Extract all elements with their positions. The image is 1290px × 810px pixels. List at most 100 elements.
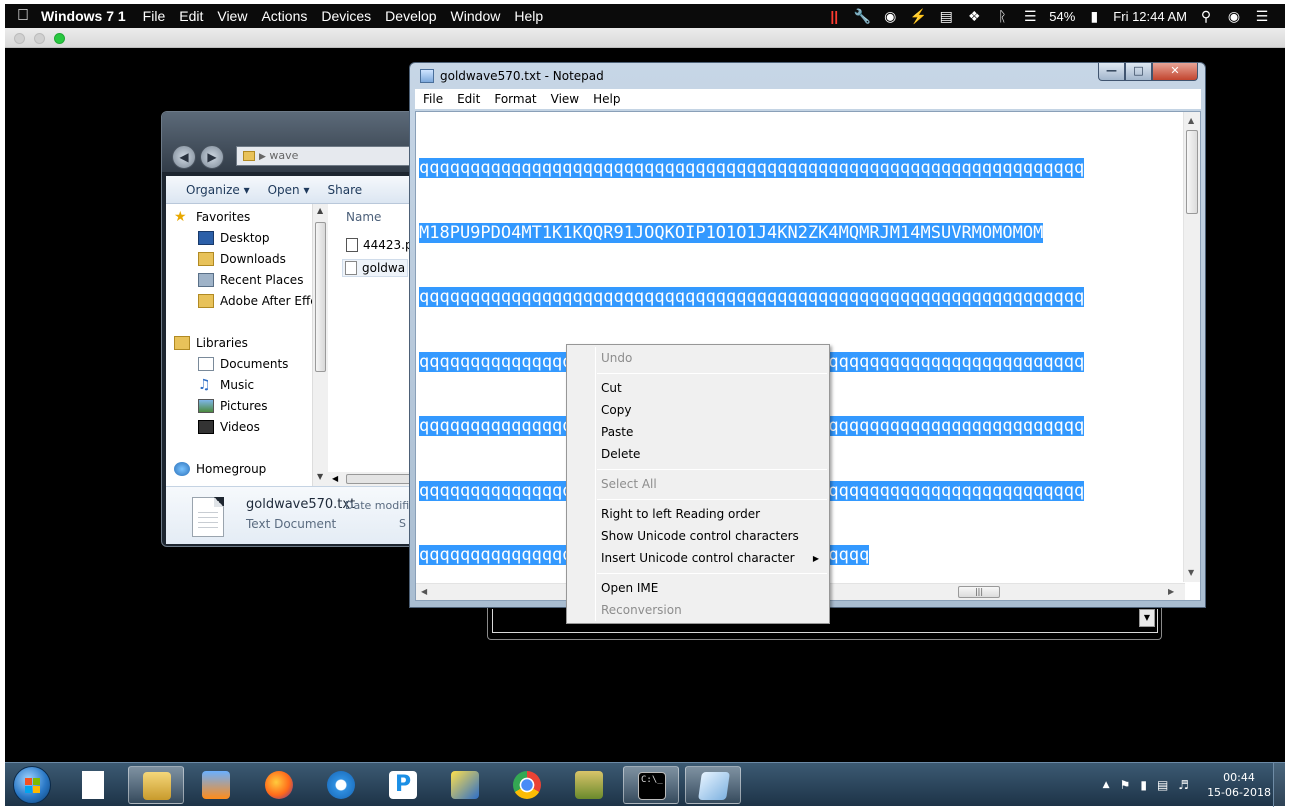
wrench-icon[interactable]: 🔧 — [853, 8, 871, 25]
taskbar-goldwave[interactable] — [561, 766, 617, 804]
taskbar-explorer[interactable] — [128, 766, 184, 804]
menu-item-insert-unicode[interactable]: Insert Unicode control character — [601, 548, 795, 568]
menu-file[interactable]: File — [423, 92, 443, 106]
taskbar-network-tool[interactable] — [437, 766, 493, 804]
menu-item-paste[interactable]: Paste — [601, 422, 633, 442]
keyboard-icon[interactable]: ▤ — [937, 8, 955, 25]
nav-libraries[interactable]: Libraries — [174, 332, 248, 353]
nav-videos[interactable]: Videos — [198, 416, 260, 437]
show-desktop-button[interactable] — [1273, 763, 1285, 807]
scroll-left-arrow-icon[interactable]: ◀ — [421, 587, 427, 596]
nav-recent-places[interactable]: Recent Places — [198, 269, 303, 290]
nav-adobe-after-effects[interactable]: Adobe After Effe — [198, 290, 318, 311]
puzzle-icon[interactable]: ❖ — [965, 8, 983, 25]
scrollbar-thumb[interactable] — [1186, 130, 1198, 214]
mac-app-name[interactable]: Windows 7 1 — [41, 8, 126, 24]
mac-menu-window[interactable]: Window — [451, 8, 501, 24]
nav-pane-scrollbar[interactable]: ▲ ▼ — [312, 204, 328, 486]
volume-icon[interactable]: ♬ — [1178, 778, 1189, 792]
forward-arrow-icon[interactable]: ▶ — [200, 145, 224, 169]
nav-music[interactable]: ♫ Music — [198, 374, 254, 395]
menu-item-select-all[interactable]: Select All — [601, 474, 657, 494]
pause-recording-icon[interactable]: || — [825, 8, 843, 24]
start-button[interactable] — [13, 766, 51, 804]
minimize-window-button[interactable] — [34, 33, 45, 44]
menu-item-undo[interactable]: Undo — [601, 348, 632, 368]
show-hidden-icons-icon[interactable]: ▲ — [1103, 780, 1110, 790]
nav-homegroup[interactable]: Homegroup — [174, 458, 266, 479]
mac-menu-actions[interactable]: Actions — [261, 8, 307, 24]
organize-button[interactable]: Organize ▾ — [186, 183, 250, 197]
chevron-down-icon[interactable]: ▼ — [1139, 609, 1155, 627]
scrollbar-thumb[interactable]: ||| — [958, 586, 1000, 598]
scroll-down-arrow-icon[interactable]: ▼ — [1188, 568, 1194, 577]
apple-icon[interactable]:  — [5, 7, 41, 25]
nav-pictures-label: Pictures — [220, 398, 268, 413]
location-icon[interactable]: ◉ — [881, 8, 899, 25]
mac-menu-file[interactable]: File — [143, 8, 166, 24]
menu-item-delete[interactable]: Delete — [601, 444, 640, 464]
share-button[interactable]: Share — [328, 183, 363, 197]
spotlight-search-icon[interactable]: ⚲ — [1197, 8, 1215, 25]
mac-menu-develop[interactable]: Develop — [385, 8, 436, 24]
close-button[interactable]: ✕ — [1152, 63, 1198, 81]
power-icon[interactable]: ▮ — [1140, 778, 1147, 792]
close-window-button[interactable] — [14, 33, 25, 44]
nav-desktop[interactable]: Desktop — [198, 227, 270, 248]
menu-item-show-unicode[interactable]: Show Unicode control characters — [601, 526, 799, 546]
nav-documents[interactable]: Documents — [198, 353, 288, 374]
menu-help[interactable]: Help — [593, 92, 620, 106]
nav-pictures[interactable]: Pictures — [198, 395, 268, 416]
scroll-right-arrow-icon[interactable]: ▶ — [1168, 587, 1174, 596]
bluetooth-icon[interactable]: ᚱ — [993, 8, 1011, 24]
menu-item-open-ime[interactable]: Open IME — [601, 578, 658, 598]
scroll-up-arrow-icon[interactable]: ▲ — [317, 206, 323, 215]
scrollbar-thumb[interactable] — [346, 474, 418, 484]
name-column-header[interactable]: Name — [346, 210, 381, 224]
nav-favorites[interactable]: ★ Favorites — [174, 206, 250, 227]
taskbar-notepad[interactable] — [685, 766, 741, 804]
back-arrow-icon[interactable]: ◀ — [172, 145, 196, 169]
menu-format[interactable]: Format — [494, 92, 536, 106]
taskbar-notepad-file[interactable] — [65, 766, 121, 804]
nav-downloads[interactable]: Downloads — [198, 248, 286, 269]
network-icon[interactable]: ▤ — [1157, 778, 1168, 792]
taskbar-chrome[interactable] — [499, 766, 555, 804]
vertical-scrollbar[interactable]: ▲ ▼ — [1183, 112, 1200, 582]
wifi-icon[interactable]: ☰ — [1021, 8, 1039, 25]
minimize-button[interactable]: — — [1098, 63, 1125, 81]
action-center-flag-icon[interactable]: ⚑ — [1120, 778, 1131, 792]
mac-menu-help[interactable]: Help — [514, 8, 543, 24]
battery-icon[interactable]: ▮ — [1085, 8, 1103, 25]
taskbar-clock[interactable]: 00:44 15-06-2018 — [1207, 770, 1271, 800]
menu-view[interactable]: View — [551, 92, 579, 106]
taskbar-firefox[interactable] — [251, 766, 307, 804]
mac-menu-view[interactable]: View — [217, 8, 247, 24]
taskbar-media-player[interactable] — [188, 766, 244, 804]
taskbar-command-prompt[interactable]: C:\_ — [623, 766, 679, 804]
open-button[interactable]: Open ▾ — [268, 183, 310, 197]
maximize-button[interactable]: □ — [1125, 63, 1152, 81]
mac-clock[interactable]: Fri 12:44 AM — [1113, 9, 1187, 24]
mac-menu-devices[interactable]: Devices — [321, 8, 371, 24]
scroll-left-arrow-icon[interactable]: ◀ — [332, 474, 338, 483]
scroll-up-arrow-icon[interactable]: ▲ — [1188, 116, 1194, 125]
scrollbar-thumb[interactable] — [315, 222, 326, 372]
menu-item-cut[interactable]: Cut — [601, 378, 622, 398]
menu-item-copy[interactable]: Copy — [601, 400, 631, 420]
file-list-hscrollbar[interactable]: ◀ — [328, 472, 420, 486]
scroll-down-arrow-icon[interactable]: ▼ — [317, 472, 323, 481]
taskbar-app-blue-circle[interactable] — [313, 766, 369, 804]
taskbar-app-p[interactable]: P — [375, 766, 431, 804]
list-item[interactable]: goldwa — [342, 259, 409, 277]
menu-item-rtl-reading-order[interactable]: Right to left Reading order — [601, 504, 760, 524]
notification-list-icon[interactable]: ☰ — [1253, 8, 1271, 25]
menu-edit[interactable]: Edit — [457, 92, 480, 106]
bolt-icon[interactable]: ⚡ — [909, 8, 927, 25]
menu-item-reconversion[interactable]: Reconversion — [601, 600, 682, 620]
address-bar[interactable]: ▶ wave — [236, 146, 420, 166]
zoom-window-button[interactable] — [54, 33, 65, 44]
siri-icon[interactable]: ◉ — [1225, 8, 1243, 25]
mac-menu-edit[interactable]: Edit — [179, 8, 203, 24]
list-item[interactable]: 44423.p — [346, 238, 413, 252]
